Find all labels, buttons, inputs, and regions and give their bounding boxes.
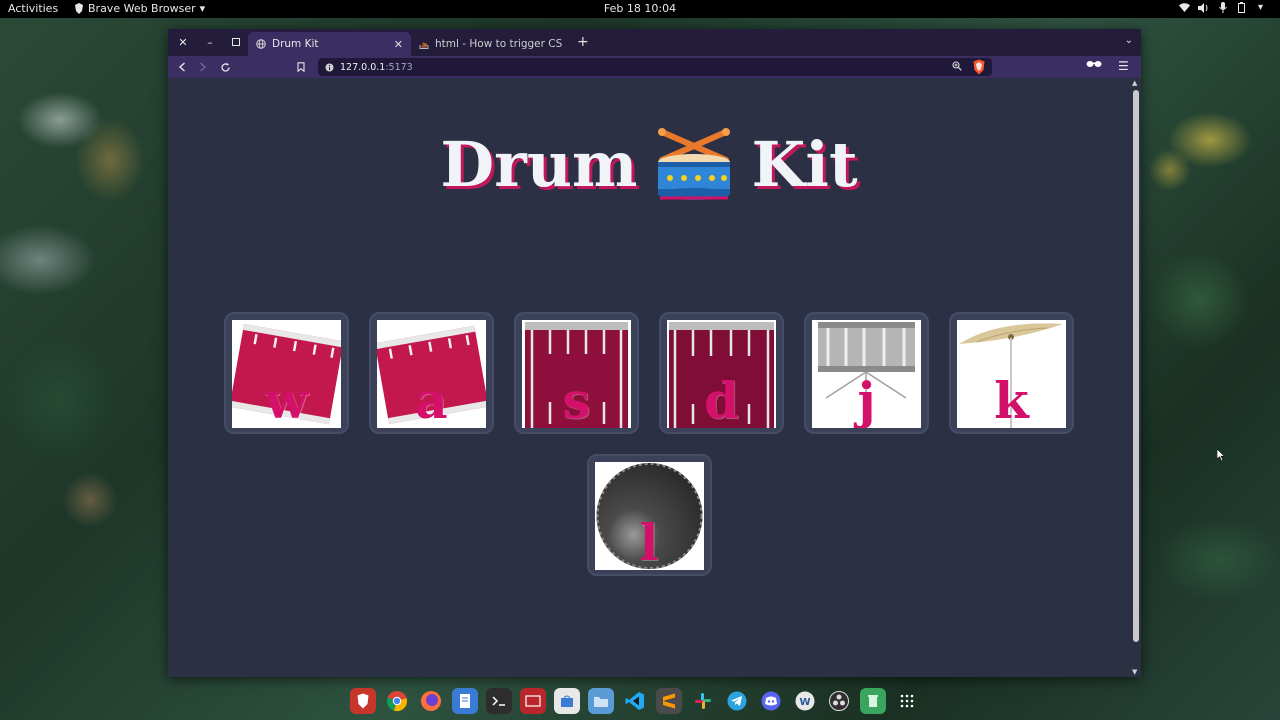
url-host: 127.0.0.1 xyxy=(340,61,386,73)
drum-icon xyxy=(657,128,730,200)
bookmark-icon[interactable] xyxy=(293,59,309,75)
obs-icon[interactable] xyxy=(826,688,852,714)
trash-icon[interactable] xyxy=(860,688,886,714)
activities-button[interactable]: Activities xyxy=(8,2,58,15)
caret-down-icon: ▾ xyxy=(199,2,206,15)
drum-keys-grid: w a s d j k l xyxy=(224,312,1074,576)
minimize-window-icon[interactable]: – xyxy=(203,35,217,49)
title-word-kit: Kit xyxy=(751,127,858,201)
sublime-text-icon[interactable] xyxy=(656,688,682,714)
crash-cymbal-image: k xyxy=(957,320,1066,428)
tom-drum-image: a xyxy=(377,320,486,428)
back-icon[interactable] xyxy=(174,59,190,75)
site-info-icon[interactable] xyxy=(324,62,334,72)
chrome-icon[interactable] xyxy=(384,688,410,714)
floor-tom-image: d xyxy=(667,320,776,428)
tab-drum-kit[interactable]: Drum Kit ✕ xyxy=(248,32,411,56)
menu-hamburger-icon[interactable]: ☰ xyxy=(1118,59,1129,73)
power-caret-icon[interactable]: ▾ xyxy=(1255,2,1266,13)
vscode-icon[interactable] xyxy=(622,688,648,714)
files-icon[interactable] xyxy=(588,688,614,714)
page-scrollbar[interactable]: ▲ ▼ xyxy=(1130,78,1141,677)
key-letter: d xyxy=(704,371,739,428)
page-viewport: Drum Kit w a s d j k l xyxy=(168,78,1130,677)
key-letter: w xyxy=(264,371,309,428)
title-word-drum: Drum xyxy=(440,127,638,201)
volume-icon[interactable] xyxy=(1198,2,1209,13)
key-letter: l xyxy=(639,513,659,570)
stackoverflow-icon xyxy=(419,39,429,49)
drum-key-k[interactable]: k xyxy=(949,312,1074,434)
terminal-icon[interactable] xyxy=(486,688,512,714)
drum-key-l[interactable]: l xyxy=(586,454,712,576)
microphone-icon[interactable] xyxy=(1217,2,1228,13)
reload-icon[interactable] xyxy=(217,59,233,75)
firefox-icon[interactable] xyxy=(418,688,444,714)
forward-icon[interactable] xyxy=(195,59,211,75)
app-menu[interactable]: Brave Web Browser ▾ xyxy=(74,2,205,15)
system-tray[interactable]: ▾ xyxy=(1179,2,1266,13)
ms-word-icon[interactable]: W xyxy=(792,688,818,714)
new-tab-icon[interactable]: + xyxy=(577,34,589,50)
close-tab-icon[interactable]: ✕ xyxy=(394,38,403,51)
tab-title: html - How to trigger CSS "ho xyxy=(435,38,563,50)
telegram-icon[interactable] xyxy=(724,688,750,714)
maximize-window-icon[interactable] xyxy=(229,35,243,49)
tom-drum-image: w xyxy=(232,320,341,428)
key-letter: k xyxy=(994,371,1029,428)
url-port: :5173 xyxy=(385,61,413,73)
scroll-down-icon[interactable]: ▼ xyxy=(1132,668,1137,676)
drum-key-s[interactable]: s xyxy=(514,312,639,434)
page-title: Drum Kit xyxy=(168,126,1130,202)
key-letter: a xyxy=(415,371,448,428)
globe-icon xyxy=(256,39,266,49)
scrollbar-thumb[interactable] xyxy=(1133,90,1139,642)
drum-key-j[interactable]: j xyxy=(804,312,929,434)
software-store-icon[interactable] xyxy=(554,688,580,714)
address-bar[interactable]: 127.0.0.1:5173 xyxy=(318,58,992,76)
tom-drum-image: s xyxy=(522,320,631,428)
browser-toolbar: 127.0.0.1:5173 ☰ xyxy=(168,56,1141,78)
slack-icon[interactable] xyxy=(690,688,716,714)
browser-window: ✕ – Drum Kit ✕ html - How to trigger CSS… xyxy=(168,29,1141,677)
app-grid-icon[interactable] xyxy=(894,688,920,714)
gnome-top-bar: Activities Brave Web Browser ▾ Feb 18 10… xyxy=(0,0,1280,18)
brave-shields-icon[interactable] xyxy=(972,59,986,75)
clock[interactable]: Feb 18 10:04 xyxy=(604,2,676,15)
tab-title: Drum Kit xyxy=(272,38,319,50)
key-letter: j xyxy=(857,371,876,428)
battery-icon[interactable] xyxy=(1236,2,1247,13)
tab-bar: ✕ – Drum Kit ✕ html - How to trigger CSS… xyxy=(168,29,1141,56)
wifi-icon[interactable] xyxy=(1179,2,1190,13)
brave-icon[interactable] xyxy=(350,688,376,714)
drum-key-a[interactable]: a xyxy=(369,312,494,434)
close-window-icon[interactable]: ✕ xyxy=(176,35,190,49)
screenshot-tool-icon[interactable] xyxy=(520,688,546,714)
snare-drum-image: j xyxy=(812,320,921,428)
scroll-up-icon[interactable]: ▲ xyxy=(1132,79,1137,87)
dock: W xyxy=(344,684,934,718)
zoom-icon[interactable] xyxy=(952,61,962,74)
document-viewer-icon[interactable] xyxy=(452,688,478,714)
brave-lion-icon xyxy=(75,3,83,14)
svg-text:W: W xyxy=(799,697,810,708)
vpn-glasses-icon[interactable] xyxy=(1086,60,1102,71)
key-letter: s xyxy=(562,371,591,428)
app-menu-label: Brave Web Browser xyxy=(88,2,196,15)
discord-icon[interactable] xyxy=(758,688,784,714)
drum-key-w[interactable]: w xyxy=(224,312,349,434)
tab-stackoverflow[interactable]: html - How to trigger CSS "ho xyxy=(411,32,571,56)
tab-list-chevron-icon[interactable]: ⌄ xyxy=(1125,35,1133,46)
kick-drum-image: l xyxy=(594,462,704,570)
mouse-cursor-icon xyxy=(1217,449,1225,461)
drum-key-d[interactable]: d xyxy=(659,312,784,434)
